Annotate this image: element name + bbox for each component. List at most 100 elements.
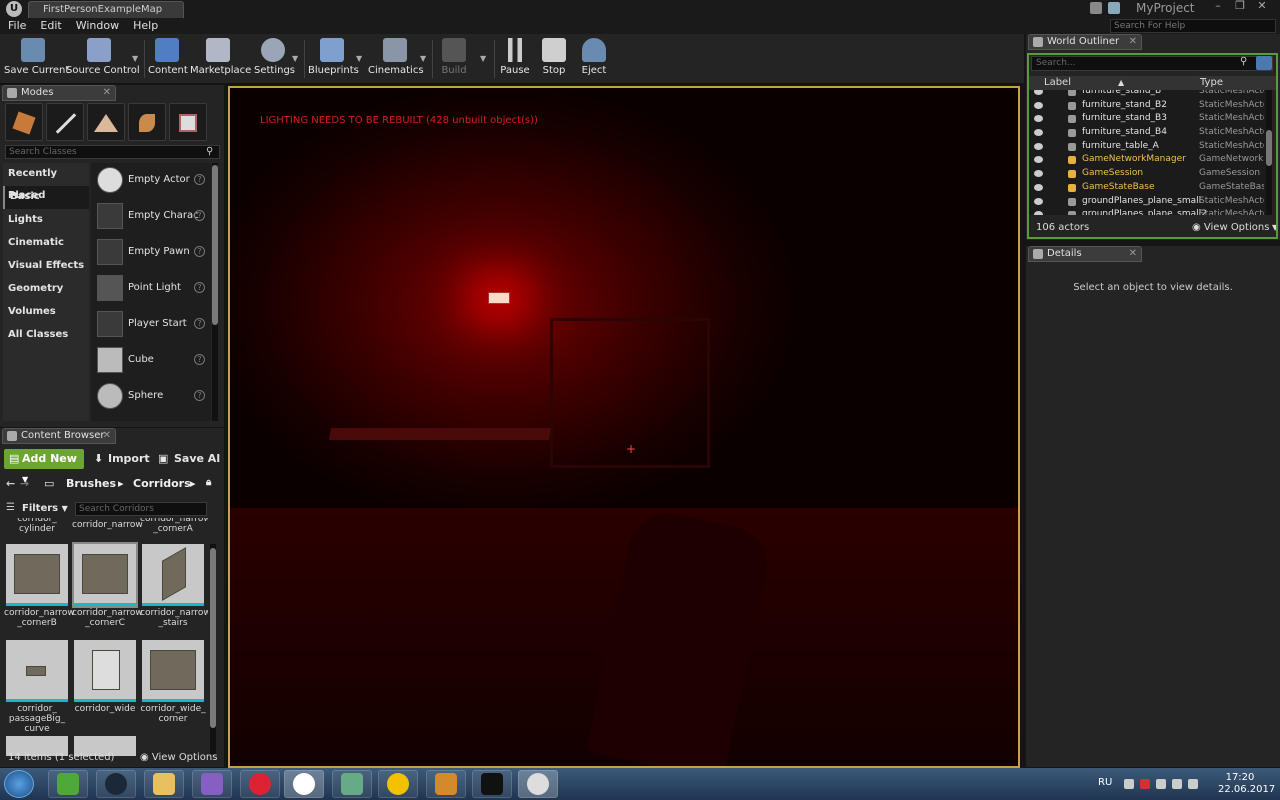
maximize-button[interactable]: ❐ [1230,0,1250,14]
outliner-row[interactable]: furniture_table_A StaticMeshActo [1028,140,1266,154]
visibility-eye-icon[interactable] [1034,197,1043,205]
visibility-eye-icon[interactable] [1034,183,1043,191]
volume-icon[interactable] [1188,779,1198,789]
level-tab[interactable]: FirstPersonExampleMap [28,1,184,18]
filters-button[interactable]: Filters ▼ [4,501,72,517]
unreal-editor-icon[interactable] [518,770,558,798]
csgo-icon[interactable] [426,770,466,798]
eject-button[interactable]: Eject [578,36,610,82]
asset-tile[interactable]: corridor_ cylinder [4,518,70,534]
close-icon[interactable]: ✕ [103,86,111,100]
forward-arrow-icon[interactable]: → [20,477,29,490]
epic-games-icon[interactable] [472,770,512,798]
content-browser-tab[interactable]: Content Browser ✕ [2,428,116,444]
close-icon[interactable]: ✕ [1129,35,1137,49]
category-cinematic[interactable]: Cinematic [3,232,89,255]
yandex-browser-icon[interactable] [284,770,324,798]
visibility-eye-icon[interactable] [1034,90,1043,95]
blueprints-dropdown-icon[interactable]: ▼ [356,54,362,63]
breadcrumb-brushes[interactable]: Brushes [66,477,116,490]
level-viewport[interactable]: LIGHTING NEEDS TO BE REBUILT (428 unbuil… [228,86,1020,768]
source-control-button[interactable]: Source Control [66,36,140,82]
actor-cube[interactable]: Cube? [91,343,211,379]
details-tab[interactable]: Details ✕ [1028,246,1142,262]
scrollbar-thumb[interactable] [212,165,218,325]
feedback-icon[interactable] [1108,2,1120,14]
scrollbar-thumb[interactable] [1266,130,1272,166]
visibility-eye-icon[interactable] [1034,142,1043,150]
category-recently-placed[interactable]: Recently Placed [3,163,89,201]
label-column-header[interactable]: Label [1044,76,1071,90]
blueprints-button[interactable]: Blueprints [308,36,359,82]
outliner-row[interactable]: furniture_stand_B StaticMeshActo [1028,90,1266,99]
outliner-row[interactable]: GameSession GameSession [1028,167,1266,181]
menu-edit[interactable]: Edit [40,18,61,34]
outliner-row[interactable]: GameNetworkManager GameNetworkM [1028,153,1266,167]
search-classes-input[interactable]: Search Classes [5,145,220,159]
foliage-mode-icon[interactable] [128,103,166,141]
help-icon[interactable]: ? [194,282,205,293]
utorrent-icon[interactable] [48,770,88,798]
cinematics-button[interactable]: Cinematics [368,36,424,82]
settings-dropdown-icon[interactable]: ▼ [292,54,298,63]
actor-list-scrollbar[interactable] [212,163,218,421]
outliner-row[interactable]: furniture_stand_B2 StaticMeshActo [1028,99,1266,113]
steam-icon[interactable] [96,770,136,798]
record-app-icon[interactable] [240,770,280,798]
help-icon[interactable]: ? [194,246,205,257]
outliner-view-options-button[interactable]: ◉ View Options ▼ [1192,220,1278,236]
paint-mode-icon[interactable] [46,103,84,141]
add-folder-icon[interactable] [1256,56,1272,70]
tray-expand-icon[interactable] [1124,779,1134,789]
visibility-eye-icon[interactable] [1034,101,1043,109]
minimize-button[interactable]: – [1208,0,1228,14]
actor-sphere[interactable]: Sphere? [91,379,211,415]
menu-help[interactable]: Help [133,18,158,34]
language-indicator[interactable]: RU [1098,777,1112,788]
breadcrumb-corridors[interactable]: Corridors [133,477,191,490]
visibility-eye-icon[interactable] [1034,115,1043,123]
outliner-row[interactable]: GameStateBase GameStateBase [1028,181,1266,195]
close-icon[interactable]: ✕ [1129,247,1137,261]
help-icon[interactable]: ? [194,210,205,221]
asset-tile[interactable]: corridor_ passageBig_ curve [4,640,70,734]
folder-icon[interactable]: ▭ [44,477,54,490]
world-outliner-tab[interactable]: World Outliner ✕ [1028,34,1142,50]
actor-empty-actor[interactable]: Empty Actor? [91,163,211,199]
modes-tab[interactable]: Modes ✕ [2,85,116,101]
type-column-header[interactable]: Type [1200,76,1223,90]
monitor-app-icon[interactable] [332,770,372,798]
outliner-search-input[interactable]: Search... [1031,56,1273,71]
add-new-button[interactable]: ▤ Add New ▼ [4,449,84,484]
content-button[interactable]: Content [148,36,188,82]
category-lights[interactable]: Lights [3,209,89,232]
menu-window[interactable]: Window [76,18,119,34]
help-icon[interactable]: ? [194,318,205,329]
asset-tile[interactable]: corridor_narrow _cornerB [4,544,75,628]
outliner-row[interactable]: groundPlanes_plane_small2 StaticMeshActo [1028,208,1266,215]
actor-empty-character[interactable]: Empty Charac? [91,199,211,235]
build-dropdown-icon[interactable]: ▼ [480,54,486,63]
lock-icon[interactable]: 🔒︎ [206,477,211,488]
visibility-eye-icon[interactable] [1034,170,1043,178]
asset-grid-scrollbar[interactable] [210,544,216,754]
close-icon[interactable]: ✕ [103,429,111,443]
place-mode-icon[interactable] [5,103,43,141]
build-button[interactable]: Build [436,36,472,82]
category-visual-effects[interactable]: Visual Effects [3,255,89,278]
outliner-row[interactable]: furniture_stand_B3 StaticMeshActo [1028,112,1266,126]
geometry-mode-icon[interactable] [169,103,207,141]
visibility-eye-icon[interactable] [1034,211,1043,215]
actor-empty-pawn[interactable]: Empty Pawn? [91,235,211,271]
category-volumes[interactable]: Volumes [3,301,89,324]
asset-tile-selected[interactable]: corridor_narrow _cornerC [72,542,143,628]
tray-app-icon[interactable] [1140,779,1150,789]
menu-file[interactable]: File [8,18,26,34]
outliner-row[interactable]: furniture_stand_B4 StaticMeshActo [1028,126,1266,140]
asset-tile[interactable]: corridor_narrow [72,518,143,530]
actor-point-light[interactable]: Point Light? [91,271,211,307]
outliner-scrollbar[interactable] [1266,90,1272,215]
cinematics-dropdown-icon[interactable]: ▼ [420,54,426,63]
help-icon[interactable]: ? [194,390,205,401]
scrollbar-thumb[interactable] [210,548,216,728]
